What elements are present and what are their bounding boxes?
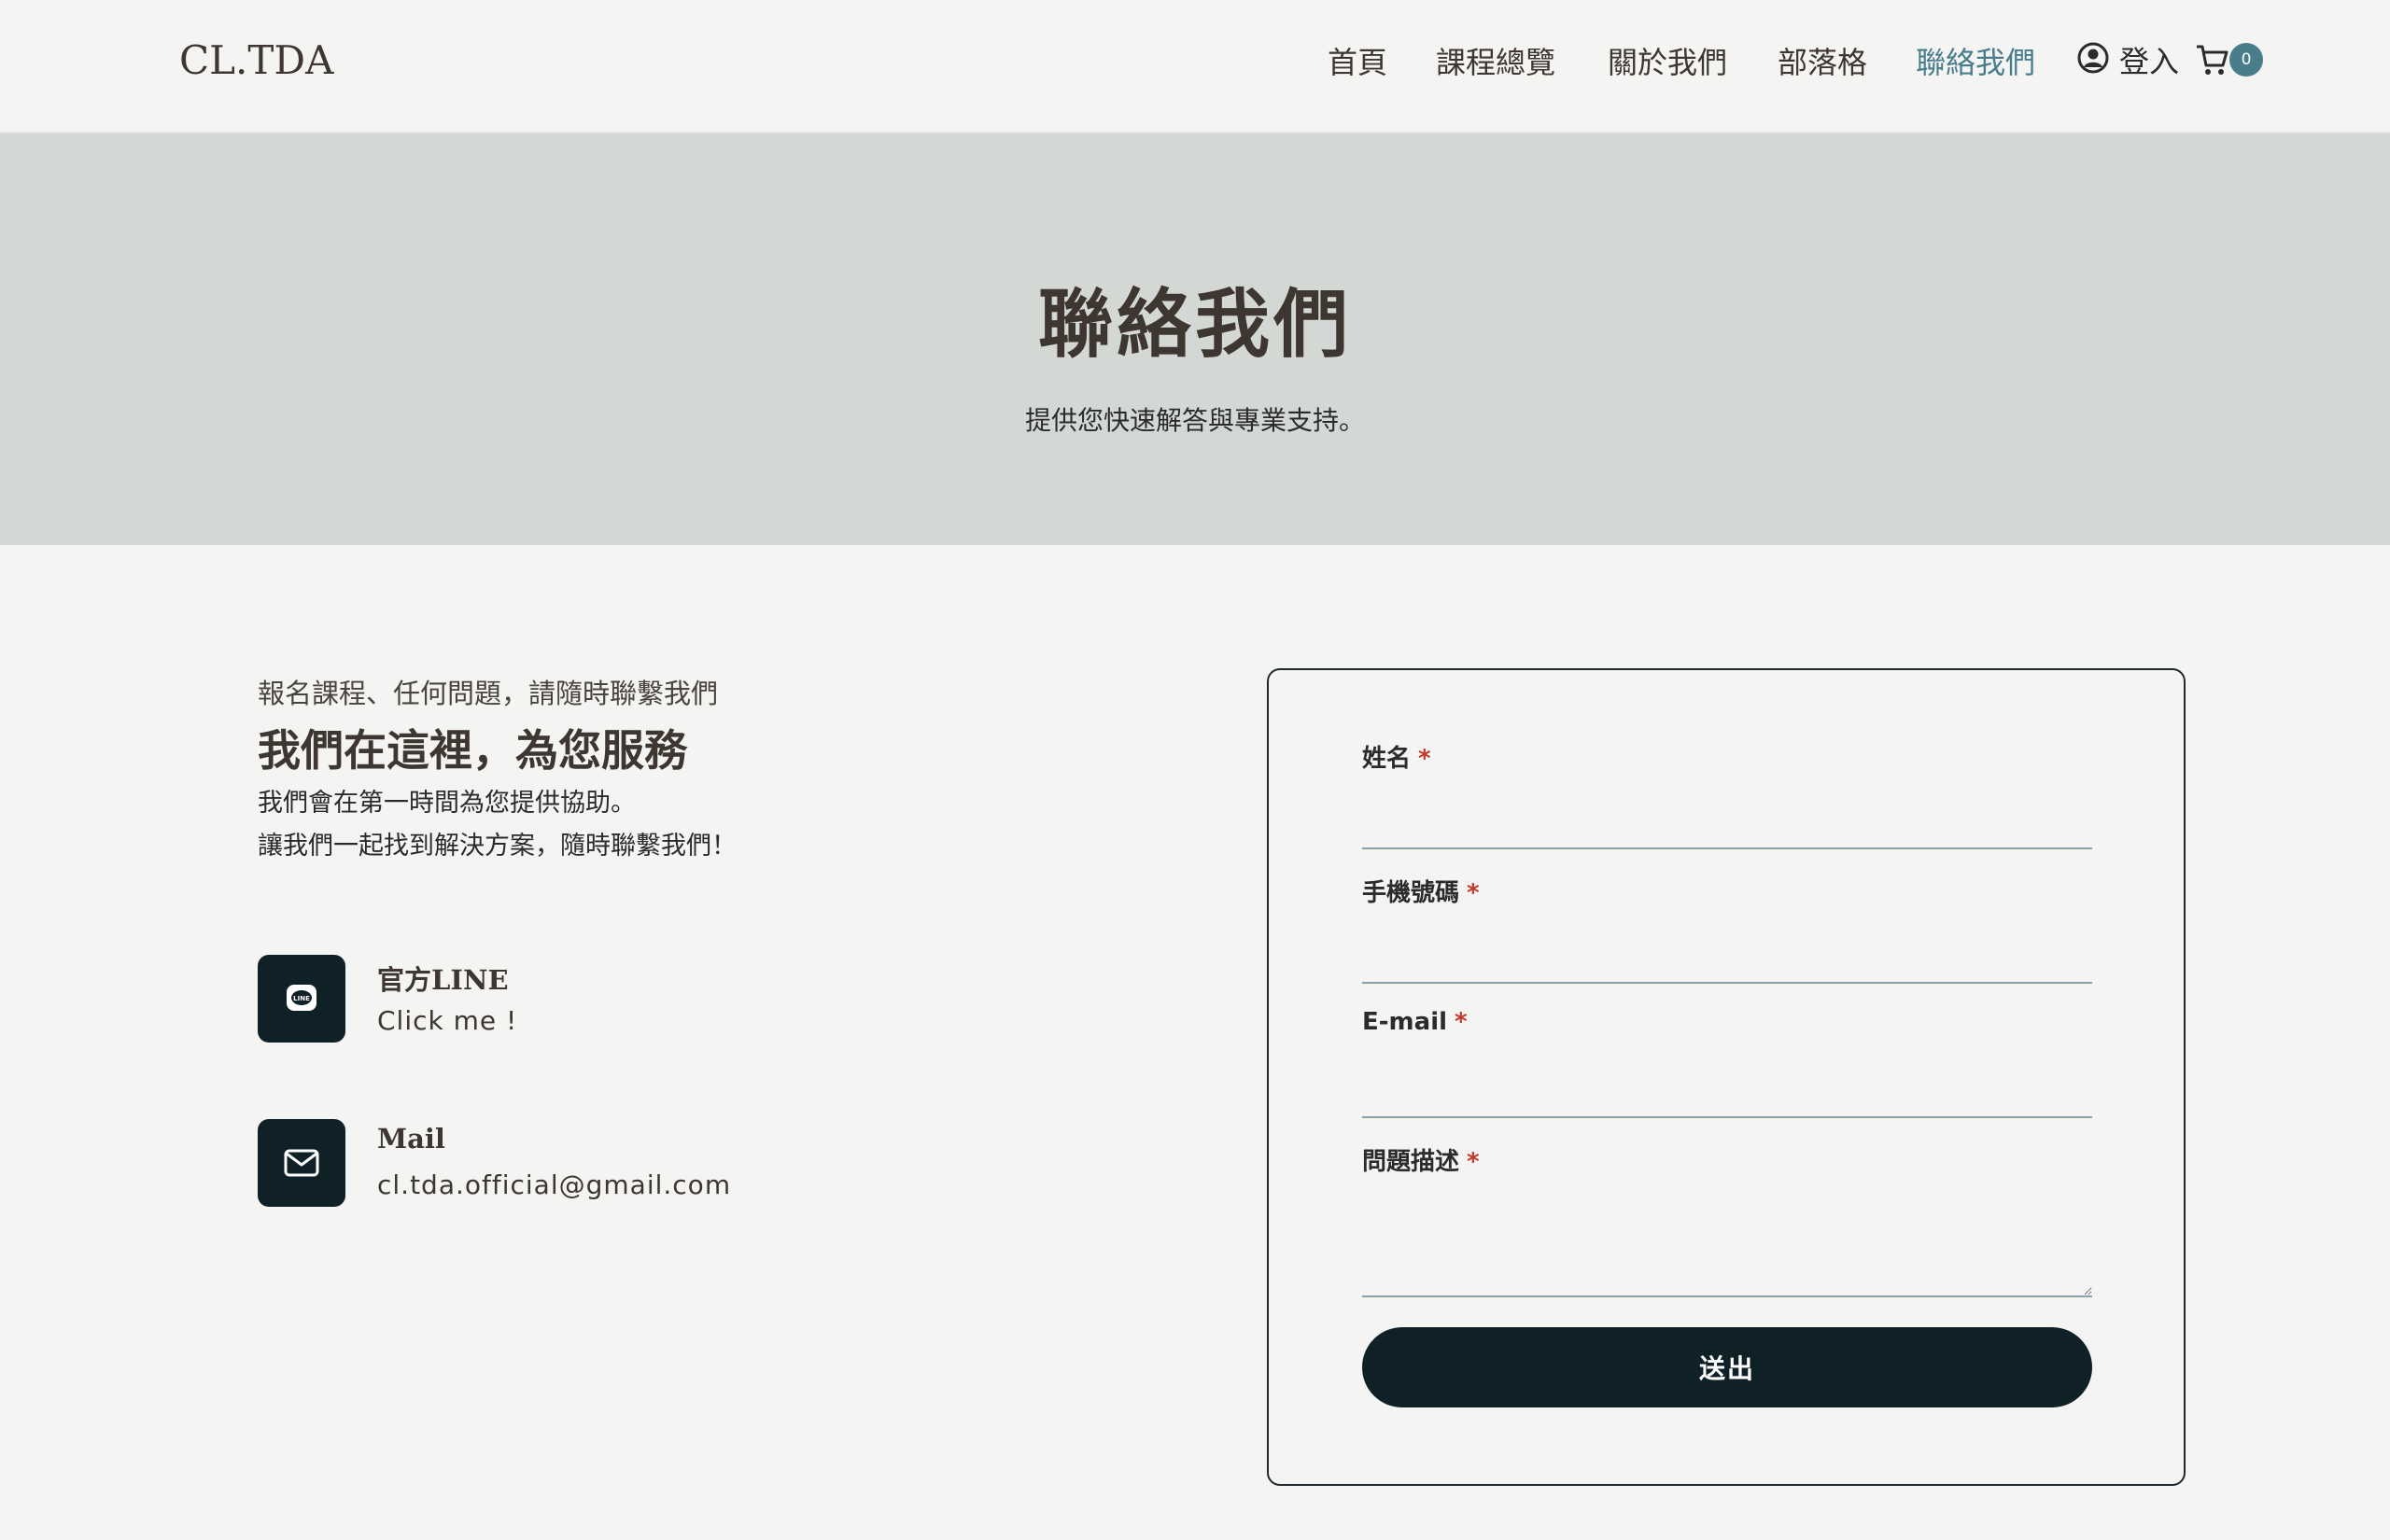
question-label-text: 問題描述 — [1362, 1148, 1460, 1176]
nav-about[interactable]: 關於我們 — [1608, 39, 1727, 82]
nav-blog[interactable]: 部落格 — [1778, 39, 1867, 82]
info-eyebrow: 報名課程、任何問題，請隨時聯繫我們 — [258, 678, 719, 709]
required-mark: * — [1418, 745, 1431, 773]
name-field[interactable] — [1362, 797, 2092, 849]
phone-label-text: 手機號碼 — [1362, 879, 1460, 907]
email-label-text: E-mail — [1362, 1008, 1448, 1036]
name-label: 姓名 * — [1362, 739, 1431, 774]
cart-button[interactable]: 0 — [2194, 39, 2269, 80]
cart-icon — [2194, 41, 2231, 82]
nav-courses[interactable]: 課程總覽 — [1436, 39, 1555, 82]
contact-form: 姓名 * 手機號碼 * E-mail * 問題描述 * 送出 — [1267, 668, 2186, 1486]
phone-label: 手機號碼 * — [1362, 874, 1480, 908]
nav-contact[interactable]: 聯絡我們 — [1916, 39, 2035, 82]
info-desc-line2: 讓我們一起找到解決方案，隨時聯繫我們！ — [258, 832, 737, 861]
name-label-text: 姓名 — [1362, 745, 1412, 773]
svg-text:LINE: LINE — [293, 995, 310, 1002]
required-mark: * — [1455, 1008, 1468, 1036]
info-description: 我們會在第一時間為您提供協助。 讓我們一起找到解決方案，隨時聯繫我們！ — [258, 782, 737, 868]
question-textarea[interactable] — [1362, 1195, 2092, 1297]
email-field[interactable] — [1362, 1066, 2092, 1118]
site-header: CL.TDA 首頁 課程總覽 關於我們 部落格 聯絡我們 登入 0 — [0, 0, 2390, 133]
email-label: E-mail * — [1362, 1008, 1468, 1036]
required-mark: * — [1467, 879, 1480, 907]
page-title: 聯絡我們 — [1038, 280, 1352, 368]
line-icon: LINE — [258, 955, 345, 1043]
line-title: 官方LINE — [377, 964, 509, 996]
site-logo[interactable]: CL.TDA — [179, 37, 333, 83]
info-desc-line1: 我們會在第一時間為您提供協助。 — [258, 789, 636, 818]
cart-count-badge: 0 — [2229, 43, 2263, 77]
login-button[interactable]: 登入 — [2076, 39, 2179, 80]
submit-button[interactable]: 送出 — [1362, 1327, 2092, 1407]
nav-home[interactable]: 首頁 — [1328, 39, 1387, 82]
mail-title: Mail — [377, 1123, 445, 1155]
required-mark: * — [1467, 1148, 1480, 1176]
mail-icon — [258, 1119, 345, 1207]
phone-field[interactable] — [1362, 931, 2092, 984]
mail-address[interactable]: cl.tda.official@gmail.com — [377, 1169, 731, 1200]
user-circle-icon — [2076, 41, 2110, 78]
page-subtitle: 提供您快速解答與專業支持。 — [1024, 405, 1365, 436]
contact-mail[interactable]: Mail cl.tda.official@gmail.com — [258, 1119, 1005, 1209]
line-link[interactable]: Click me ! — [377, 1005, 517, 1036]
info-headline: 我們在這裡，為您服務 — [258, 725, 687, 776]
hero-banner: 聯絡我們 提供您快速解答與專業支持。 — [0, 133, 2390, 545]
login-label: 登入 — [2119, 44, 2180, 79]
contact-line[interactable]: LINE 官方LINE Click me ! — [258, 955, 1005, 1044]
question-label: 問題描述 * — [1362, 1142, 1480, 1177]
